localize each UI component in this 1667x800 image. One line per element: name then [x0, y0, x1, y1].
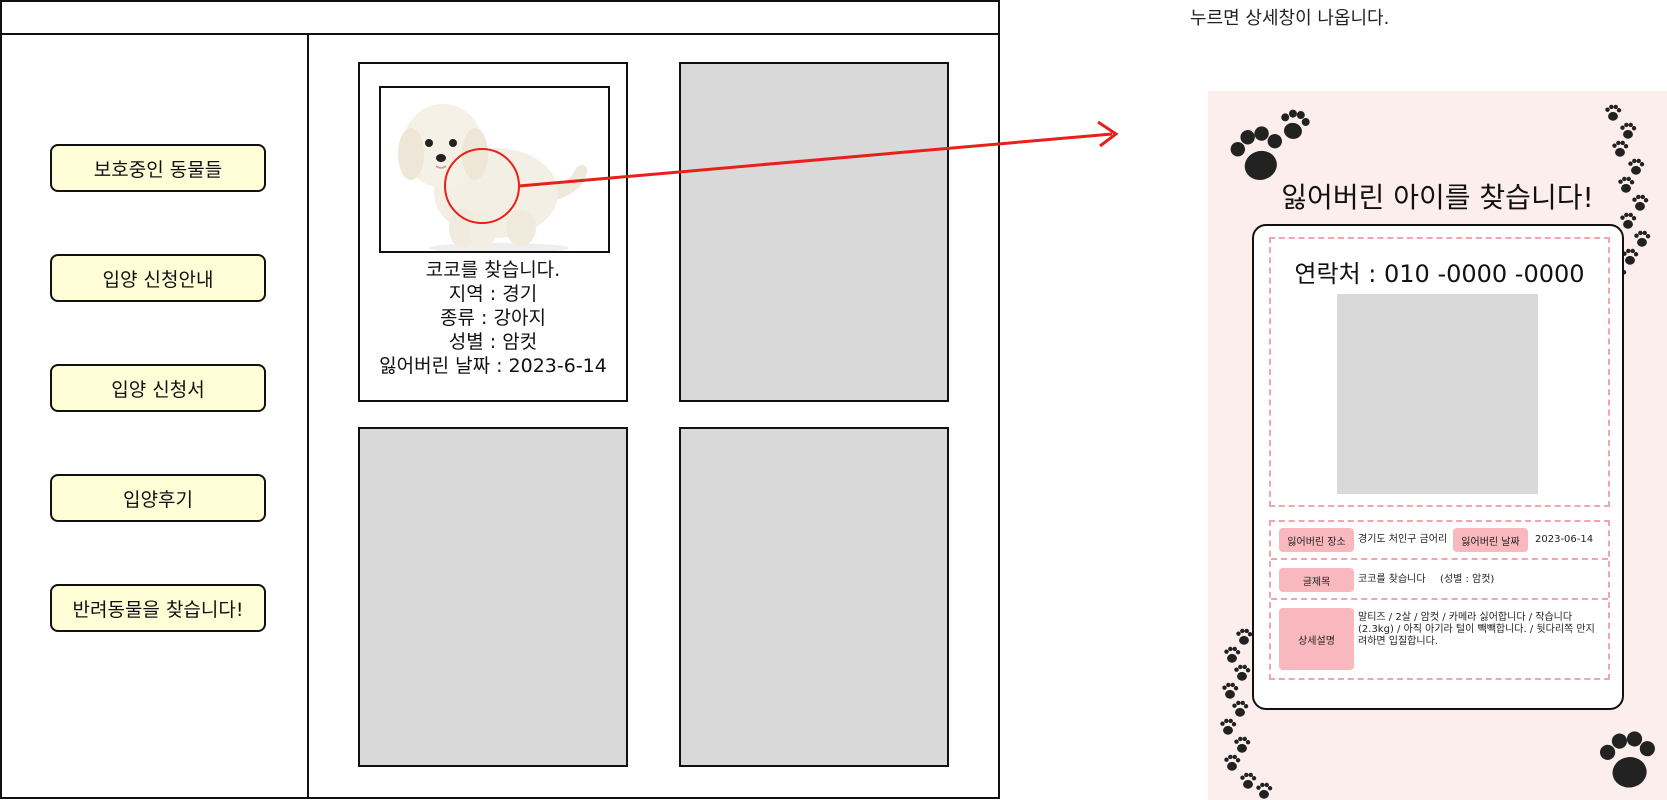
paw-icon [1277, 107, 1312, 142]
highlight-circle [444, 148, 520, 224]
row-divider [1271, 558, 1608, 560]
lost-date-label: 잃어버린 날짜 [1453, 528, 1528, 552]
lost-place-value: 경기도 처인구 금어리 [1358, 534, 1448, 545]
paw-icon [1597, 728, 1660, 792]
annotation-caption: 누르면 상세창이 나옵니다. [1190, 8, 1390, 29]
poster-photo-placeholder [1337, 294, 1538, 494]
gender-value: (성별 : 암컷) [1440, 574, 1495, 585]
subject-label: 글제목 [1279, 568, 1354, 592]
contact-number: 연락처 : 010 -0000 -0000 [1294, 260, 1585, 288]
description-value: 말티즈 / 2살 / 암컷 / 카메라 싫어합니다 / 작습니다 (2.3kg)… [1358, 612, 1595, 647]
subject-value: 코코를 찾습니다 [1358, 574, 1426, 585]
lost-place-label: 잃어버린 장소 [1279, 528, 1354, 552]
arrow-line [518, 132, 1113, 188]
lost-date-value: 2023-06-14 [1535, 534, 1594, 545]
row-divider [1271, 598, 1608, 600]
poster-title: 잃어버린 아이를 찾습니다! [1281, 181, 1594, 214]
description-label: 상세설명 [1279, 608, 1354, 670]
